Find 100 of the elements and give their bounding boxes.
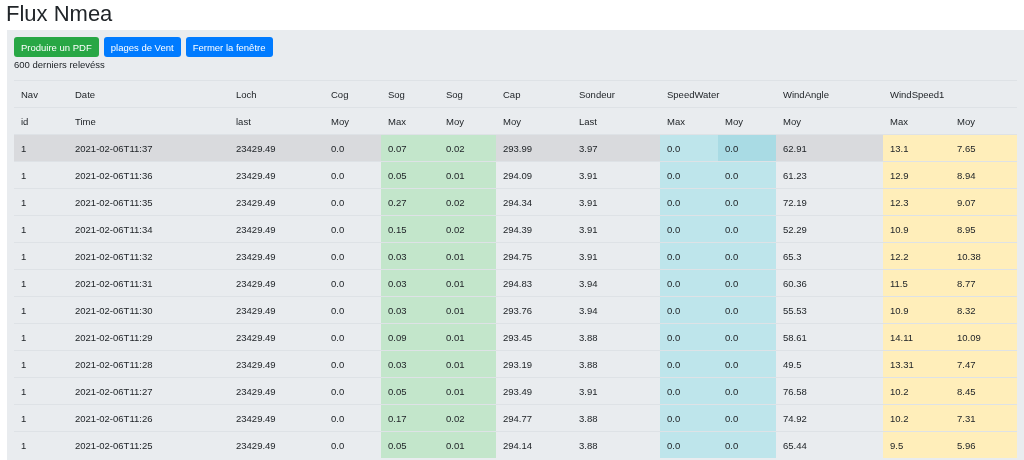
table-cell: 10.09 [950,323,1017,351]
table-cell: 1 [14,188,68,216]
table-cell: 1 [14,377,68,405]
column-subheader: id [21,115,29,127]
table-cell: 294.75 [496,242,572,270]
table-cell: 10.2 [883,377,950,405]
table-cell: 1 [14,431,68,458]
table-cell: 0.0 [660,134,718,162]
table-cell: 0.02 [439,404,496,432]
table-cell: 1 [14,350,68,378]
table-cell: 294.14 [496,431,572,458]
table-cell: 0.0 [718,377,776,405]
table-cell: 0.0 [718,188,776,216]
table-cell: 3.97 [572,134,660,162]
table-cell: 10.2 [883,404,950,432]
table-cell: 14.11 [883,323,950,351]
action-button[interactable]: Fermer la fenêtre [185,37,273,57]
column-subheader: Moy [503,115,521,127]
table-cell: 293.45 [496,323,572,351]
column-subheader: Moy [725,115,743,127]
table-cell: 0.07 [381,134,439,162]
table-cell: 294.83 [496,269,572,297]
table-cell: 0.0 [660,269,718,297]
table-cell: 62.91 [776,134,883,162]
table-cell: 23429.49 [229,269,324,297]
table-cell: 23429.49 [229,323,324,351]
table-cell: 1 [14,404,68,432]
table-cell: 2021-02-06T11:37 [68,134,229,162]
table-cell: 0.0 [660,377,718,405]
table-cell: 0.03 [381,296,439,324]
table-cell: 0.0 [718,242,776,270]
table-cell: 23429.49 [229,296,324,324]
table-cell: 2021-02-06T11:28 [68,350,229,378]
table-cell: 0.0 [718,161,776,189]
table-cell: 8.77 [950,269,1017,297]
table-cell: 0.01 [439,161,496,189]
table-cell: 2021-02-06T11:25 [68,431,229,458]
table-cell: 0.0 [660,188,718,216]
table-cell: 8.94 [950,161,1017,189]
table-cell: 23429.49 [229,188,324,216]
column-header: Loch [236,88,257,100]
table-cell: 23429.49 [229,134,324,162]
table-cell: 0.0 [660,323,718,351]
table-cell: 293.99 [496,134,572,162]
column-subheader: Moy [446,115,464,127]
table-cell: 2021-02-06T11:36 [68,161,229,189]
table-cell: 10.38 [950,242,1017,270]
column-header: WindAngle [783,88,829,100]
column-header: Cog [331,88,349,100]
table-cell: 10.9 [883,215,950,243]
table-cell: 0.0 [718,269,776,297]
table-cell: 11.5 [883,269,950,297]
column-header: Sog [446,88,463,100]
table-cell: 23429.49 [229,431,324,458]
table-cell: 12.2 [883,242,950,270]
table-cell: 0.02 [439,188,496,216]
table-cell: 0.0 [718,404,776,432]
table-cell: 0.0 [660,431,718,458]
table-cell: 0.03 [381,269,439,297]
table-cell: 293.76 [496,296,572,324]
table-cell: 0.03 [381,350,439,378]
table-cell: 294.34 [496,188,572,216]
table-cell: 2021-02-06T11:29 [68,323,229,351]
table-cell: 0.02 [439,134,496,162]
table-cell: 0.0 [324,134,381,162]
column-header: SpeedWater [667,88,720,100]
table-cell: 13.31 [883,350,950,378]
action-button[interactable]: Produire un PDF [14,37,99,57]
table-cell: 1 [14,323,68,351]
table-cell: 23429.49 [229,242,324,270]
table-cell: 12.3 [883,188,950,216]
table-cell: 0.0 [660,161,718,189]
table-cell: 1 [14,215,68,243]
table-cell: 0.02 [439,215,496,243]
table-cell: 2021-02-06T11:32 [68,242,229,270]
table-cell: 10.9 [883,296,950,324]
column-header: WindSpeed1 [890,88,945,100]
table-cell: 7.65 [950,134,1017,162]
table-cell: 23429.49 [229,161,324,189]
column-header: Date [75,88,96,100]
table-cell: 0.01 [439,377,496,405]
table-cell: 0.0 [660,296,718,324]
table-cell: 0.01 [439,242,496,270]
table-cell: 7.47 [950,350,1017,378]
table-cell: 5.96 [950,431,1017,458]
table-cell: 23429.49 [229,377,324,405]
table-cell: 293.19 [496,350,572,378]
table-cell: 8.32 [950,296,1017,324]
action-button[interactable]: plages de Vent [103,37,181,57]
table-cell: 0.0 [718,350,776,378]
column-subheader: Moy [331,115,349,127]
table-cell: 1 [14,269,68,297]
table-cell: 0.01 [439,350,496,378]
table-cell: 0.0 [660,404,718,432]
table-cell: 0.17 [381,404,439,432]
table-cell: 0.05 [381,431,439,458]
column-header: Sog [388,88,405,100]
table-cell: 8.95 [950,215,1017,243]
table-cell: 0.03 [381,242,439,270]
table-cell: 2021-02-06T11:30 [68,296,229,324]
